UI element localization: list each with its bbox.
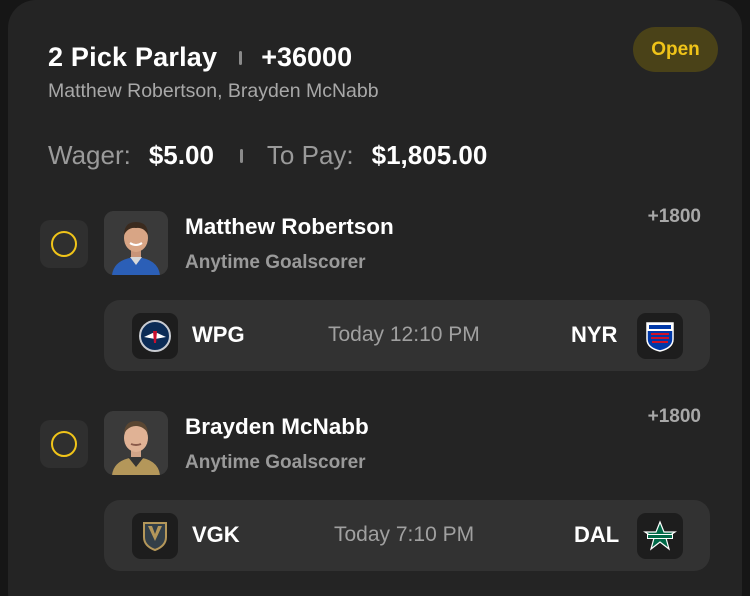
rangers-logo-icon — [637, 313, 683, 359]
pending-circle-icon — [51, 231, 77, 257]
home-team: DAL — [574, 522, 620, 547]
status-badge: Open — [633, 27, 718, 72]
avatar — [104, 211, 168, 275]
game-matchup[interactable]: VGK Today 7:10 PM DAL — [104, 500, 710, 571]
jets-logo-icon — [132, 313, 178, 359]
wager-label: Wager: — [48, 140, 131, 170]
to-pay-label: To Pay: — [266, 140, 354, 170]
wager-value: $5.00 — [148, 140, 214, 170]
to-pay-value: $1,805.00 — [371, 140, 488, 170]
away-team: WPG — [192, 322, 245, 347]
parlay-card[interactable]: 2 Pick Parlay +36000 Matthew Robertson, … — [8, 0, 742, 596]
pending-circle-icon — [51, 431, 77, 457]
leg-odds: +1800 — [647, 406, 701, 427]
game-matchup[interactable]: WPG Today 12:10 PM NYR — [104, 300, 710, 371]
avatar — [104, 411, 168, 475]
leg-status-radio[interactable] — [40, 420, 88, 468]
game-time: Today 12:10 PM — [328, 323, 480, 346]
home-team: NYR — [571, 322, 618, 347]
parlay-header: 2 Pick Parlay +36000 — [48, 42, 352, 73]
stars-logo-icon — [637, 513, 683, 559]
game-time: Today 7:10 PM — [334, 523, 475, 546]
divider — [239, 148, 243, 163]
market-label: Anytime Goalscorer — [185, 452, 366, 473]
divider — [239, 50, 243, 65]
wager-row: Wager: $5.00 To Pay: $1,805.00 — [48, 140, 487, 171]
market-label: Anytime Goalscorer — [185, 252, 366, 273]
golden-knights-logo-icon — [132, 513, 178, 559]
player-name: Matthew Robertson — [185, 214, 394, 239]
leg-status-radio[interactable] — [40, 220, 88, 268]
away-team: VGK — [192, 522, 240, 547]
parlay-title: 2 Pick Parlay — [48, 42, 218, 72]
leg-odds: +1800 — [647, 206, 701, 227]
parlay-players: Matthew Robertson, Brayden McNabb — [48, 80, 379, 102]
player-name: Brayden McNabb — [185, 414, 369, 439]
parlay-odds: +36000 — [261, 42, 353, 72]
